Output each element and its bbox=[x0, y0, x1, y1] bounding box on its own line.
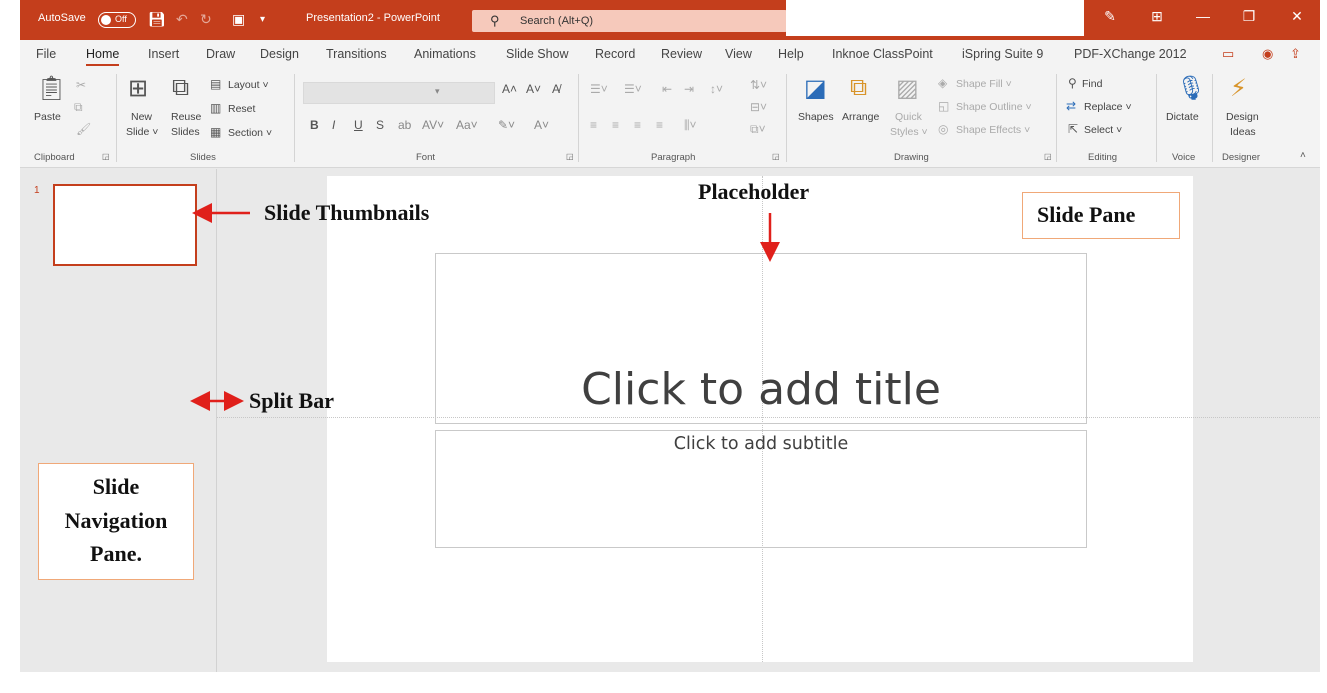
nav-pane-annotation-line-3: Pane. bbox=[90, 541, 142, 566]
split-bar-annotation: Split Bar bbox=[249, 388, 334, 413]
annotation-arrows bbox=[190, 203, 780, 411]
powerpoint-window: AutoSave Off 💾︎ ↶ ↻ ▣ ▾ Presentation2 - … bbox=[20, 0, 1320, 672]
slide-pane-annotation-box: Slide Pane bbox=[1022, 192, 1180, 239]
nav-pane-annotation-line-1: Slide bbox=[92, 474, 140, 499]
placeholder-annotation: Placeholder bbox=[698, 179, 810, 204]
nav-pane-annotation-line-2: Navigation bbox=[64, 508, 168, 533]
slide-thumbnails-annotation: Slide Thumbnails bbox=[264, 200, 430, 225]
navigation-pane-annotation-box: Slide Navigation Pane. bbox=[38, 463, 194, 580]
slide-pane-annotation: Slide Pane bbox=[1037, 202, 1136, 227]
